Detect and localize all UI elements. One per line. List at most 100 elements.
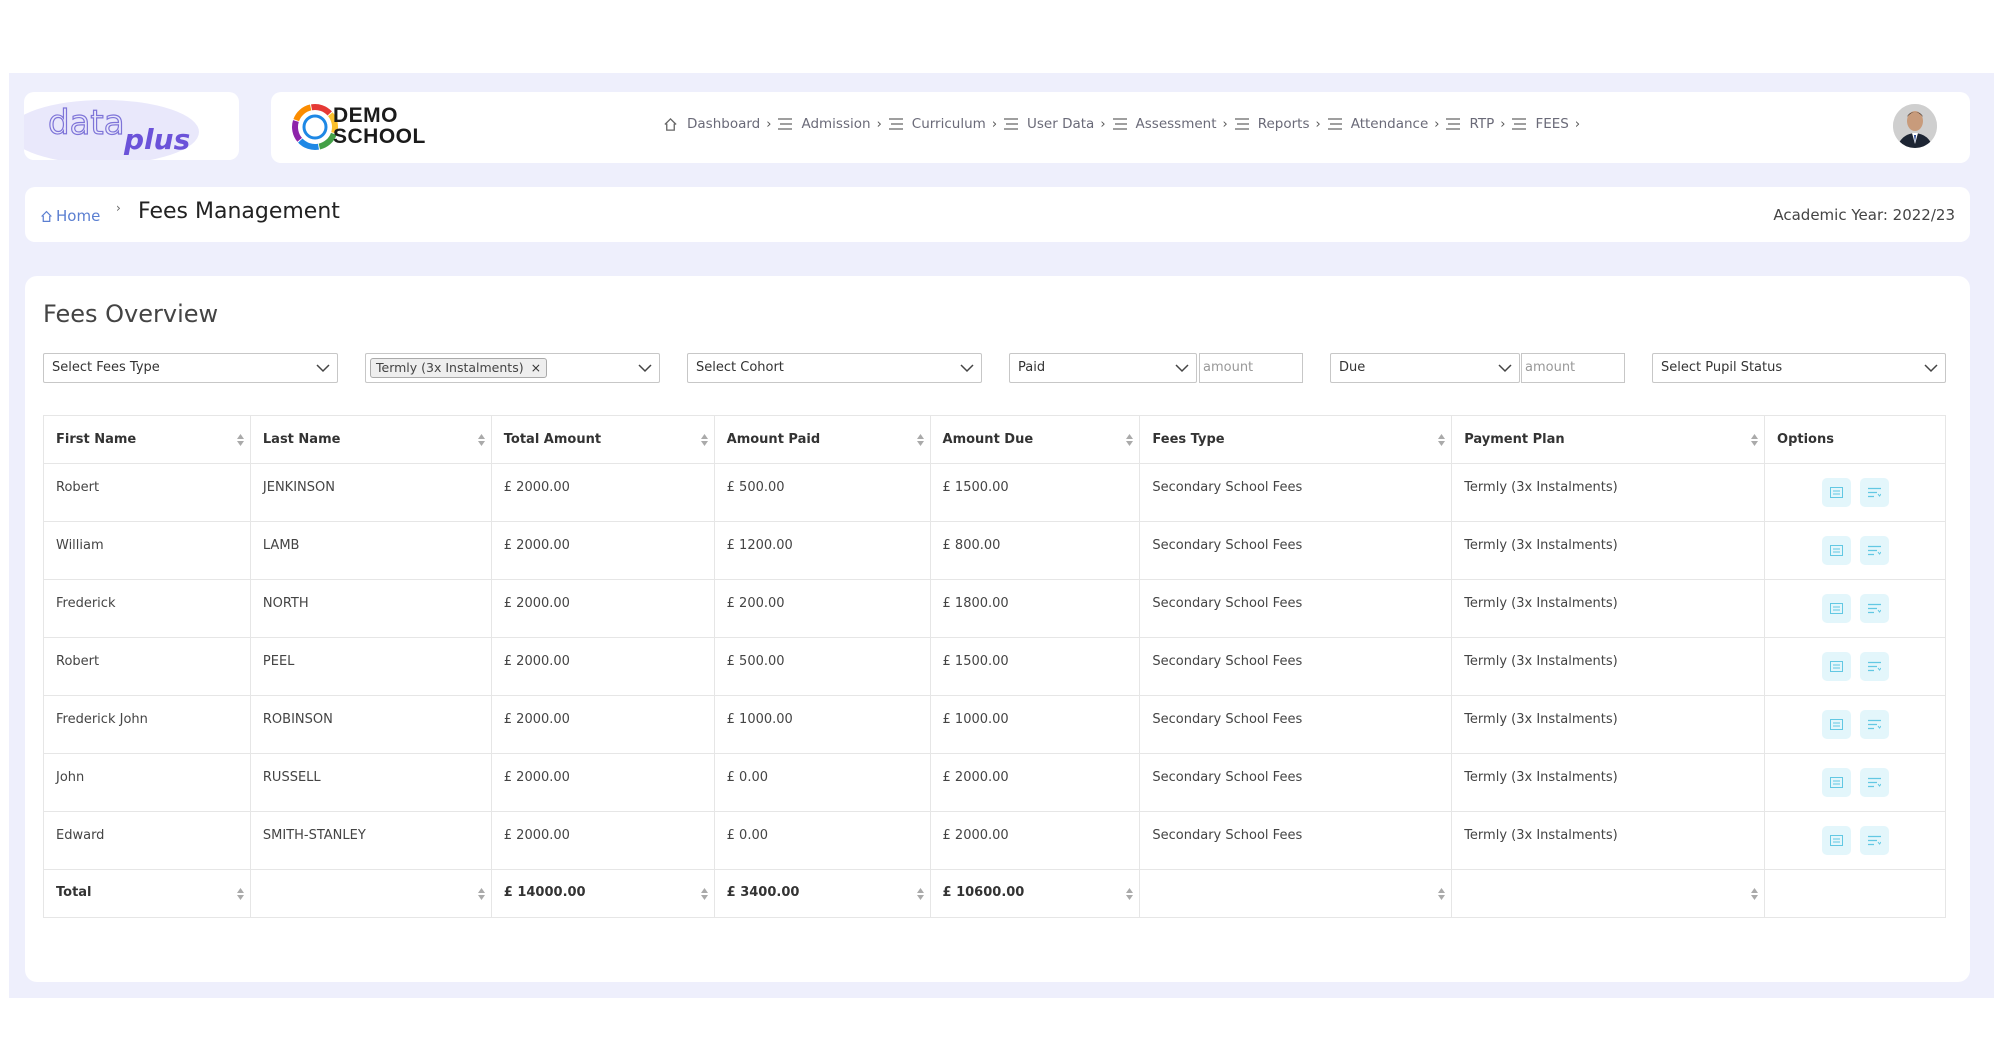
cell-amount-paid: £ 500.00 bbox=[713, 637, 931, 696]
fees-type-placeholder: Select Fees Type bbox=[52, 360, 160, 375]
payment-list-button[interactable] bbox=[1859, 652, 1889, 681]
nav-label: Admission bbox=[801, 116, 871, 132]
cell-amount-due: £ 2000.00 bbox=[929, 753, 1141, 812]
due-amount-input[interactable]: amount bbox=[1521, 353, 1625, 383]
column-header-total-amount[interactable]: Total Amount bbox=[490, 415, 715, 464]
cell-total-amount: £ 2000.00 bbox=[490, 811, 715, 870]
chevron-down-icon bbox=[1498, 364, 1512, 373]
payment-list-button[interactable] bbox=[1859, 826, 1889, 855]
view-details-button[interactable] bbox=[1821, 536, 1851, 565]
cell-payment-plan: Termly (3x Instalments) bbox=[1451, 521, 1766, 580]
menu-icon bbox=[778, 118, 793, 130]
tag-remove-icon[interactable]: × bbox=[531, 360, 541, 375]
list-icon bbox=[1867, 487, 1881, 498]
column-header-last-name[interactable]: Last Name bbox=[249, 415, 492, 464]
nav-rtp[interactable]: RTP › bbox=[1446, 116, 1505, 132]
view-details-button[interactable] bbox=[1821, 826, 1851, 855]
menu-icon bbox=[1234, 118, 1249, 130]
sort-icon bbox=[1126, 887, 1134, 900]
total-amount-cell: £ 14000.00 bbox=[490, 869, 715, 918]
paid-amount-input[interactable]: amount bbox=[1199, 353, 1303, 383]
sort-icon bbox=[1751, 433, 1759, 446]
cell-last-name: SMITH-STANLEY bbox=[249, 811, 492, 870]
cell-amount-paid: £ 1000.00 bbox=[713, 695, 931, 754]
row-actions bbox=[1777, 710, 1933, 739]
column-header-options: Options bbox=[1764, 415, 1946, 464]
section-title: Fees Overview bbox=[43, 300, 219, 328]
cell-amount-paid: £ 200.00 bbox=[713, 579, 931, 638]
payment-list-button[interactable] bbox=[1859, 710, 1889, 739]
cell-last-name: PEEL bbox=[249, 637, 492, 696]
cell-payment-plan: Termly (3x Instalments) bbox=[1451, 753, 1766, 812]
nav-dashboard[interactable]: Dashboard › bbox=[663, 116, 771, 132]
breadcrumb-home-label: Home bbox=[56, 207, 101, 225]
nav-assessment[interactable]: Assessment › bbox=[1112, 116, 1228, 132]
sort-icon bbox=[477, 887, 485, 900]
total-paid: £ 3400.00 bbox=[726, 885, 800, 900]
view-icon bbox=[1829, 487, 1843, 498]
fees-type-select[interactable]: Select Fees Type bbox=[43, 353, 338, 383]
nav-attendance[interactable]: Attendance › bbox=[1327, 116, 1439, 132]
row-actions bbox=[1777, 536, 1933, 565]
chevron-right-icon: › bbox=[1574, 116, 1581, 132]
breadcrumb-separator-icon: › bbox=[116, 201, 121, 215]
user-avatar[interactable] bbox=[1893, 104, 1937, 148]
cell-payment-plan: Termly (3x Instalments) bbox=[1451, 463, 1766, 522]
cell-fees-type: Secondary School Fees bbox=[1139, 695, 1453, 754]
list-icon bbox=[1867, 777, 1881, 788]
pupil-status-select[interactable]: Select Pupil Status bbox=[1652, 353, 1946, 383]
home-icon bbox=[41, 210, 52, 222]
column-header-amount-paid[interactable]: Amount Paid bbox=[713, 415, 931, 464]
header-label: Total Amount bbox=[503, 432, 602, 447]
cell-last-name: JENKINSON bbox=[249, 463, 492, 522]
nav-user-data[interactable]: User Data › bbox=[1004, 116, 1106, 132]
nav-fees[interactable]: FEES › bbox=[1512, 116, 1580, 132]
payment-list-button[interactable] bbox=[1859, 478, 1889, 507]
cell-total-amount: £ 2000.00 bbox=[490, 521, 715, 580]
header-label: Amount Due bbox=[942, 432, 1034, 447]
list-icon bbox=[1867, 719, 1881, 730]
due-comparator-select[interactable]: Due bbox=[1330, 353, 1520, 383]
row-actions bbox=[1777, 768, 1933, 797]
cell-amount-due: £ 1500.00 bbox=[929, 463, 1141, 522]
cell-options bbox=[1764, 695, 1946, 754]
payment-plan-select[interactable]: Termly (3x Instalments) × bbox=[365, 353, 660, 383]
header-label: Payment Plan bbox=[1464, 432, 1565, 447]
view-details-button[interactable] bbox=[1821, 478, 1851, 507]
view-icon bbox=[1829, 777, 1843, 788]
cell-amount-paid: £ 500.00 bbox=[713, 463, 931, 522]
column-header-fees-type[interactable]: Fees Type bbox=[1139, 415, 1453, 464]
school-name: DEMO SCHOOL bbox=[333, 105, 426, 147]
view-details-button[interactable] bbox=[1821, 768, 1851, 797]
chevron-down-icon bbox=[960, 364, 974, 373]
nav-label: User Data bbox=[1027, 116, 1095, 132]
column-header-payment-plan[interactable]: Payment Plan bbox=[1451, 415, 1766, 464]
paid-comparator-select[interactable]: Paid bbox=[1009, 353, 1197, 383]
view-details-button[interactable] bbox=[1821, 594, 1851, 623]
nav-curriculum[interactable]: Curriculum › bbox=[888, 116, 997, 132]
nav-reports[interactable]: Reports › bbox=[1234, 116, 1321, 132]
app-logo[interactable]: data plus bbox=[24, 92, 239, 160]
chevron-down-icon bbox=[1924, 364, 1938, 373]
view-details-button[interactable] bbox=[1821, 652, 1851, 681]
nav-label: Assessment bbox=[1135, 116, 1217, 132]
list-icon bbox=[1867, 661, 1881, 672]
main-nav: Dashboard › Admission › Curriculum › User D… bbox=[663, 116, 1587, 132]
view-details-button[interactable] bbox=[1821, 710, 1851, 739]
column-header-first-name[interactable]: First Name bbox=[43, 415, 251, 464]
fees-overview-panel: Fees Overview Select Fees Type Termly (3… bbox=[25, 276, 1970, 982]
cell-total-amount: £ 2000.00 bbox=[490, 753, 715, 812]
breadcrumb: Home › Fees Management Academic Year: 20… bbox=[25, 187, 1970, 242]
cell-total-amount: £ 2000.00 bbox=[490, 695, 715, 754]
header-label: Amount Paid bbox=[726, 432, 821, 447]
cohort-select[interactable]: Select Cohort bbox=[687, 353, 982, 383]
row-actions bbox=[1777, 652, 1933, 681]
payment-list-button[interactable] bbox=[1859, 536, 1889, 565]
column-header-amount-due[interactable]: Amount Due bbox=[929, 415, 1141, 464]
nav-label: Attendance bbox=[1350, 116, 1429, 132]
payment-list-button[interactable] bbox=[1859, 768, 1889, 797]
nav-admission[interactable]: Admission › bbox=[778, 116, 882, 132]
breadcrumb-home-link[interactable]: Home bbox=[40, 207, 100, 225]
payment-list-button[interactable] bbox=[1859, 594, 1889, 623]
cell-amount-paid: £ 0.00 bbox=[713, 753, 931, 812]
